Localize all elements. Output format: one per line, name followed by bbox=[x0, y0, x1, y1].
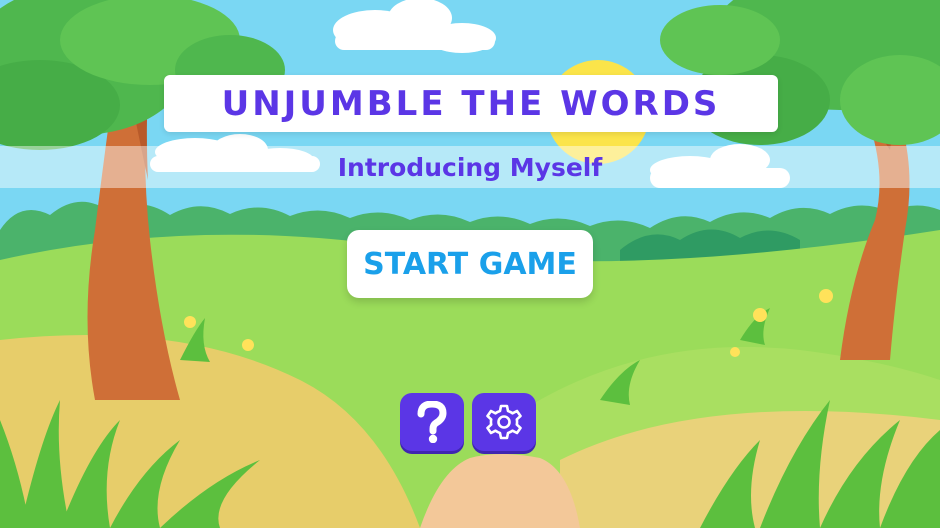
settings-button[interactable] bbox=[472, 393, 536, 451]
game-subtitle: Introducing Myself bbox=[337, 152, 603, 182]
start-game-button[interactable]: START GAME bbox=[347, 230, 593, 298]
question-mark-icon bbox=[417, 401, 447, 443]
start-game-label: START GAME bbox=[363, 246, 577, 282]
subtitle-band: Introducing Myself bbox=[0, 146, 940, 188]
gear-icon bbox=[486, 404, 522, 440]
help-button[interactable] bbox=[400, 393, 464, 451]
title-card: UNJUMBLE THE WORDS bbox=[164, 75, 778, 132]
game-screen: UNJUMBLE THE WORDS Introducing Myself ST… bbox=[0, 0, 940, 528]
game-title: UNJUMBLE THE WORDS bbox=[221, 83, 721, 124]
